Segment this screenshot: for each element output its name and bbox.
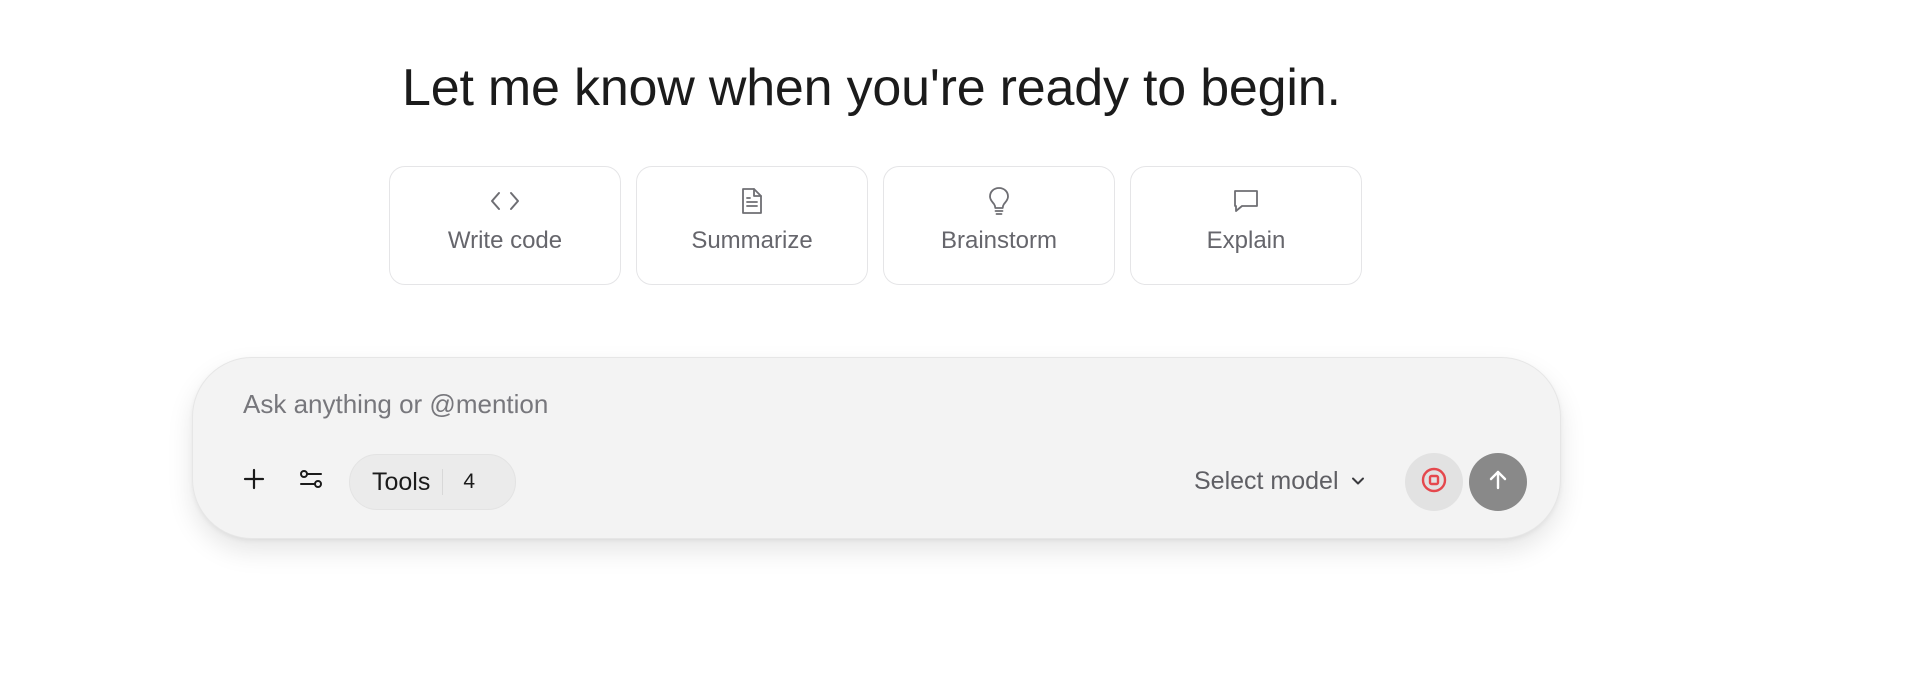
suggestion-label: Summarize <box>691 227 813 254</box>
suggestion-write-code[interactable]: Write code <box>389 166 621 285</box>
model-selector[interactable]: Select model <box>1194 461 1365 501</box>
chevron-down-icon <box>1351 476 1365 486</box>
suggestion-label: Explain <box>1206 227 1286 254</box>
stop-button[interactable] <box>1405 453 1463 511</box>
arrow-up-icon <box>1486 468 1510 497</box>
suggestion-summarize[interactable]: Summarize <box>636 166 868 285</box>
lightbulb-icon <box>988 187 1010 215</box>
suggestion-cards: Write code Summarize Brainstorm Explain <box>389 166 1362 285</box>
tools-divider <box>442 469 444 495</box>
stop-icon <box>1420 466 1448 499</box>
suggestion-brainstorm[interactable]: Brainstorm <box>883 166 1115 285</box>
tools-count-badge: 4 <box>463 470 476 493</box>
suggestion-label: Write code <box>447 227 563 254</box>
tools-button[interactable]: Tools 4 <box>349 454 516 510</box>
plus-icon <box>242 467 266 496</box>
chat-bubble-icon <box>1232 187 1260 215</box>
suggestion-explain[interactable]: Explain <box>1130 166 1362 285</box>
page-heading: Let me know when you're ready to begin. <box>402 59 1341 117</box>
code-icon <box>490 187 520 215</box>
add-attachment-button[interactable] <box>232 459 276 503</box>
document-icon <box>740 187 764 215</box>
settings-button[interactable] <box>289 459 333 503</box>
sliders-icon <box>298 467 324 496</box>
suggestion-label: Brainstorm <box>940 227 1058 254</box>
model-selector-label: Select model <box>1194 466 1339 495</box>
chat-composer: Tools 4 Select model <box>192 357 1561 539</box>
tools-label: Tools <box>372 467 431 496</box>
send-button[interactable] <box>1469 453 1527 511</box>
prompt-input[interactable] <box>243 384 1243 424</box>
